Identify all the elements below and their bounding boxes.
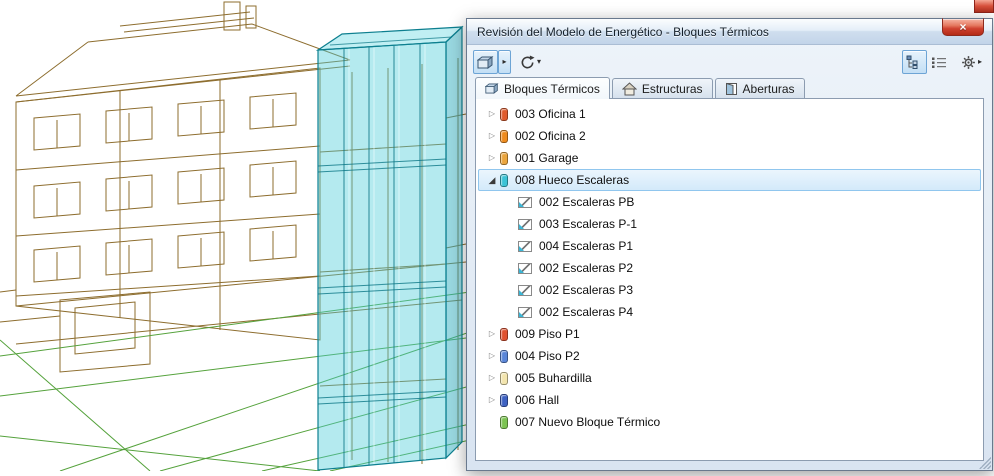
expander-icon[interactable]: ▷ <box>484 110 500 118</box>
tab-estructuras[interactable]: Estructuras <box>611 78 713 98</box>
block-color-icon <box>500 151 508 165</box>
block-color-icon <box>500 129 508 143</box>
tree-item-label: 002 Escaleras P2 <box>539 261 634 275</box>
refresh-icon <box>521 54 535 68</box>
tree-item[interactable]: ▷ 005 Buhardilla <box>476 367 983 389</box>
tree-view-button[interactable] <box>901 50 927 74</box>
tree-item-label: 008 Hueco Escaleras <box>515 173 630 187</box>
gear-icon <box>962 55 975 69</box>
zone-icon <box>518 196 532 208</box>
expander-icon[interactable]: ◢ <box>484 175 500 185</box>
openings-tab-icon <box>725 82 737 95</box>
tree-item[interactable]: ▷ 001 Garage <box>476 147 983 169</box>
tree-item-label: 002 Escaleras P4 <box>539 305 634 319</box>
expander-icon[interactable]: ▷ <box>484 352 500 360</box>
tab-strip: Bloques Térmicos Estructuras Aberturas <box>467 76 992 99</box>
flyout-arrow-icon: ▸ <box>502 57 507 66</box>
expander-icon[interactable]: ▷ <box>484 154 500 162</box>
tree-item-label: 003 Oficina 1 <box>515 107 586 121</box>
tree-item-selected[interactable]: ◢ 008 Hueco Escaleras <box>478 169 981 191</box>
block-color-icon <box>500 371 508 385</box>
refresh-dropdown-icon: ▾ <box>537 57 542 66</box>
settings-flyout-icon: ▸ <box>977 57 982 66</box>
block-color-icon <box>500 349 508 363</box>
app-close-button[interactable] <box>974 0 994 13</box>
block-color-icon <box>500 415 508 429</box>
tab-label: Bloques Térmicos <box>504 81 600 96</box>
block-color-icon <box>500 393 508 407</box>
block-color-icon <box>500 173 508 187</box>
tree-item[interactable]: 002 Escaleras PB <box>476 191 983 213</box>
zone-icon <box>518 240 532 252</box>
thermal-blocks-tree: ▷ 003 Oficina 1 ▷ 002 Oficina 2 ▷ 001 Ga… <box>475 98 984 461</box>
tree-item-label: 007 Nuevo Bloque Térmico <box>515 415 661 429</box>
expander-icon[interactable]: ▷ <box>484 374 500 382</box>
view-flyout-button[interactable]: ▸ <box>498 50 511 74</box>
tree-item[interactable]: 003 Escaleras P-1 <box>476 213 983 235</box>
thermal-blocks-view-button[interactable] <box>473 50 498 74</box>
block-color-icon <box>500 327 508 341</box>
settings-button[interactable]: ▸ <box>957 50 986 74</box>
tree-item-label: 002 Escaleras P3 <box>539 283 634 297</box>
tree-item[interactable]: ▷ 009 Piso P1 <box>476 323 983 345</box>
tree-item[interactable]: 007 Nuevo Bloque Térmico <box>476 411 983 433</box>
structures-tab-icon <box>621 81 637 95</box>
expander-icon[interactable]: ▷ <box>484 396 500 404</box>
tab-label: Aberturas <box>742 81 795 96</box>
zone-icon <box>518 218 532 230</box>
selected-thermal-block-3d <box>315 25 464 471</box>
tree-item-label: 003 Escaleras P-1 <box>539 217 638 231</box>
thermal-blocks-dialog: Revisión del Modelo de Energético - Bloq… <box>466 18 993 471</box>
zone-icon <box>518 306 532 318</box>
expander-icon[interactable]: ▷ <box>484 132 500 140</box>
tree-view-icon <box>906 55 918 69</box>
tab-aberturas[interactable]: Aberturas <box>714 78 805 98</box>
expander-icon[interactable]: ▷ <box>484 330 500 338</box>
list-view-button[interactable] <box>927 50 952 74</box>
tree-item-label: 009 Piso P1 <box>515 327 580 341</box>
tree-item-label: 004 Escaleras P1 <box>539 239 634 253</box>
zone-icon <box>518 262 532 274</box>
tab-label: Estructuras <box>641 81 703 96</box>
tree-item[interactable]: ▷ 006 Hall <box>476 389 983 411</box>
thermal-blocks-icon <box>477 55 494 69</box>
dialog-title: Revisión del Modelo de Energético - Bloq… <box>477 24 769 39</box>
dialog-close-button[interactable]: × <box>942 18 984 36</box>
tree-item-label: 002 Oficina 2 <box>515 129 586 143</box>
list-view-icon <box>932 57 947 68</box>
thermal-blocks-tab-icon <box>485 83 499 94</box>
wireframe-building <box>0 1 471 472</box>
tree-item-label: 004 Piso P2 <box>515 349 580 363</box>
tree-item[interactable]: ▷ 004 Piso P2 <box>476 345 983 367</box>
refresh-button[interactable]: ▾ <box>516 50 545 74</box>
tree-item[interactable]: ▷ 003 Oficina 1 <box>476 103 983 125</box>
tree-item[interactable]: ▷ 002 Oficina 2 <box>476 125 983 147</box>
tree-item-label: 001 Garage <box>515 151 579 165</box>
tree-item-label: 002 Escaleras PB <box>539 195 635 209</box>
tree-item-label: 005 Buhardilla <box>515 371 592 385</box>
dialog-toolbar: ▸ ▾ ▸ <box>467 45 992 76</box>
tree-item-label: 006 Hall <box>515 393 560 407</box>
tree-item[interactable]: 004 Escaleras P1 <box>476 235 983 257</box>
tree-item[interactable]: 002 Escaleras P2 <box>476 257 983 279</box>
zone-icon <box>518 284 532 296</box>
tree-item[interactable]: 002 Escaleras P4 <box>476 301 983 323</box>
block-color-icon <box>500 107 508 121</box>
tree-item[interactable]: 002 Escaleras P3 <box>476 279 983 301</box>
tab-bloques-termicos[interactable]: Bloques Térmicos <box>475 77 610 99</box>
dialog-titlebar[interactable]: Revisión del Modelo de Energético - Bloq… <box>467 18 992 45</box>
